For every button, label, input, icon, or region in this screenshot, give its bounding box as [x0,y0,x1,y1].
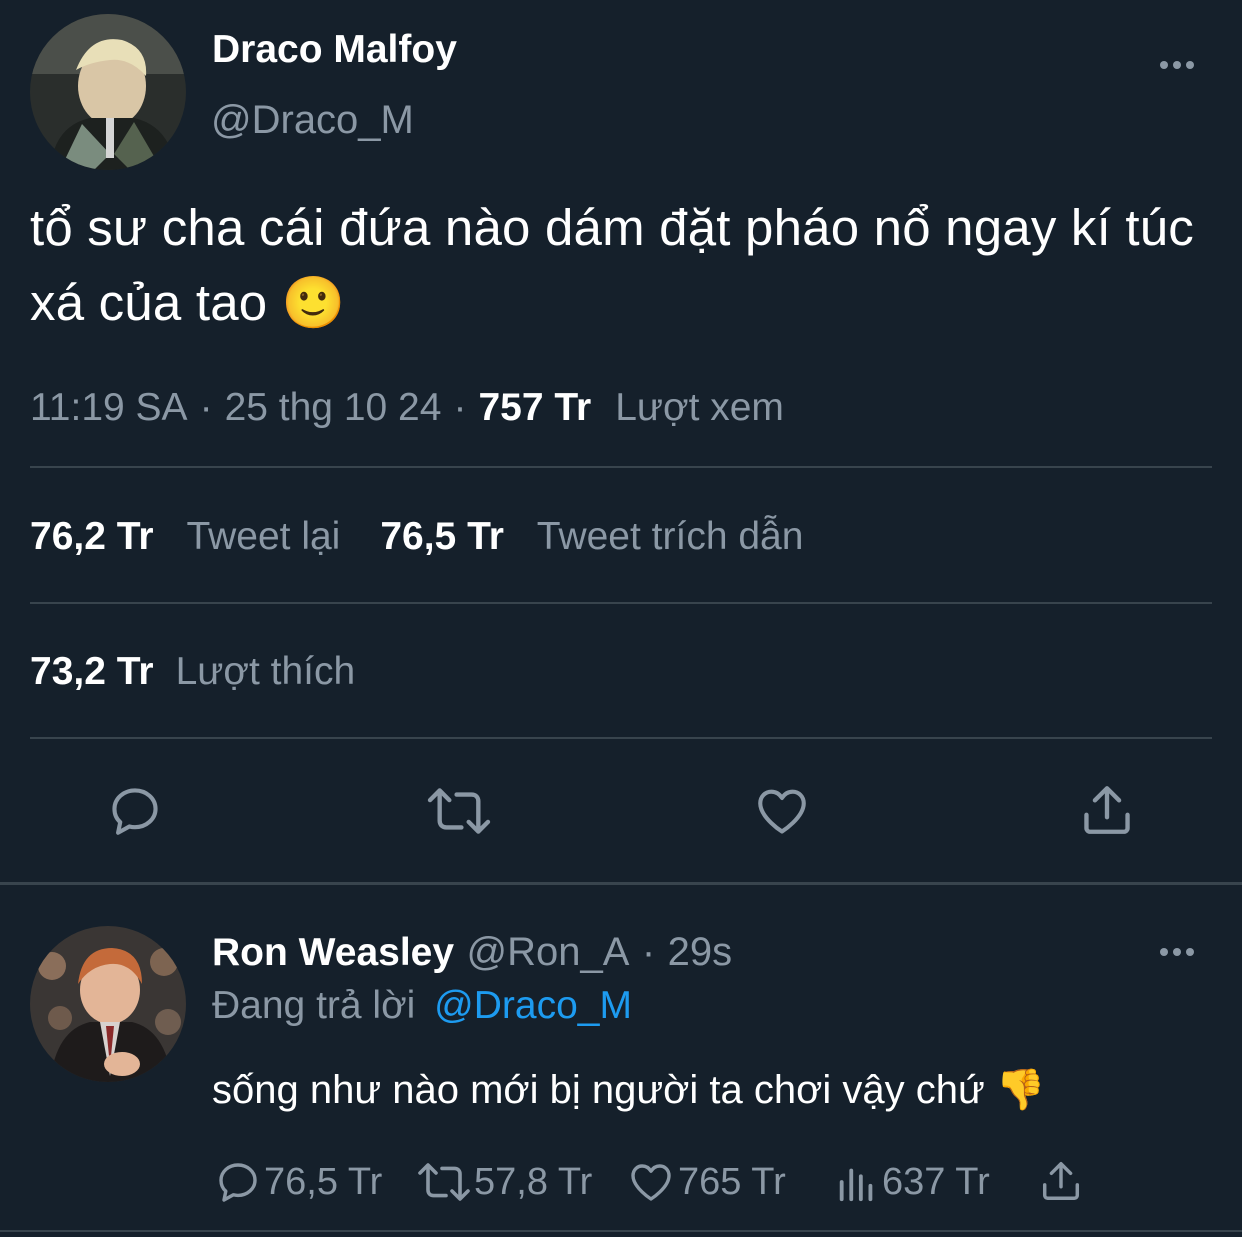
reply-time[interactable]: 29s [668,930,733,974]
divider [30,466,1212,468]
reply-retweet-button[interactable]: 57,8 Tr [416,1158,592,1206]
reply-views-button[interactable]: 637 Tr [834,1158,990,1206]
draco-avatar[interactable] [30,14,186,170]
reply-icon [112,788,158,835]
author-name[interactable]: Draco Malfoy [212,28,457,72]
retweets-label: Tweet lại [186,515,341,558]
heart-icon [626,1158,676,1206]
retweets-count: 76,2 Tr [30,515,154,558]
reply-count: 76,5 Tr [264,1160,383,1203]
share-icon [1084,786,1130,834]
bottom-divider [0,1230,1242,1232]
reply-separator: · [641,930,656,974]
reply-like-button[interactable]: 765 Tr [626,1158,786,1206]
likes-count: 73,2 Tr [30,650,154,693]
retweet-button[interactable] [425,782,493,840]
more-options-button[interactable] [1160,61,1194,69]
reply-icon [214,1158,262,1206]
more-horizontal-icon [1160,61,1168,69]
reply-author-name[interactable]: Ron Weasley [212,931,454,974]
likes-label: Lượt thích [175,650,356,693]
quotes-label: Tweet trích dẫn [536,515,804,558]
like-button[interactable] [752,782,812,840]
meta-separator: · [199,386,213,429]
author-handle[interactable]: @Draco_M [211,98,414,143]
tweet-text: tổ sư cha cái đứa nào dám đặt pháo nổ ng… [30,199,1194,331]
reply-share-button[interactable] [1038,1156,1084,1206]
likes-stat[interactable]: 73,2 Tr Lượt thích [30,650,355,694]
tweet-date[interactable]: 25 thg 10 24 [225,386,442,430]
replying-to: Đang trả lời @Draco_M [212,984,632,1028]
retweet-icon [427,788,491,834]
replying-to-label: Đang trả lời [212,984,416,1027]
retweet-icon [416,1158,472,1206]
reply-header: Ron Weasley @Ron_A · 29s [212,930,732,975]
views-icon [834,1158,880,1206]
meta-separator: · [453,386,467,429]
replying-to-handle[interactable]: @Draco_M [434,984,632,1027]
views-count: 757 Tr [478,386,592,429]
like-count: 765 Tr [678,1160,786,1203]
reply-more-options-button[interactable] [1160,948,1194,956]
tweet-meta: 11:19 SA · 25 thg 10 24 · 757 Tr Lượt xe… [30,386,784,430]
view-count: 637 Tr [882,1160,990,1203]
quotes-stat[interactable]: 76,5 Tr Tweet trích dẫn [380,515,803,559]
more-horizontal-icon [1160,948,1168,956]
section-divider [0,882,1242,885]
share-icon [1042,1162,1080,1200]
retweets-stat[interactable]: 76,2 Tr Tweet lại [30,515,340,559]
divider [30,602,1212,604]
reply-author-handle[interactable]: @Ron_A [467,930,630,974]
reply-reply-button[interactable]: 76,5 Tr [214,1158,382,1206]
quotes-count: 76,5 Tr [380,515,504,558]
ron-avatar[interactable] [30,926,186,1082]
reply-button[interactable] [106,782,164,840]
views-label: Lượt xem [615,386,784,429]
heart-icon [758,789,806,834]
divider [30,737,1212,739]
reply-text: sống như nào mới bị người ta chơi vậy ch… [212,1068,1046,1112]
share-button[interactable] [1078,780,1136,840]
retweet-count: 57,8 Tr [474,1160,593,1203]
tweet-time[interactable]: 11:19 SA [30,386,188,430]
retweet-quote-stats: 76,2 Tr Tweet lại 76,5 Tr Tweet trích dẫ… [30,515,803,559]
